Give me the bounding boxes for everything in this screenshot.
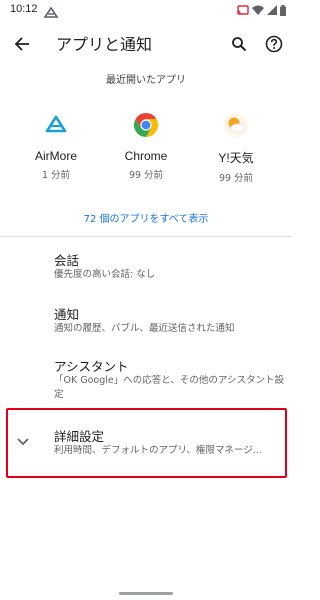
help-button[interactable] xyxy=(259,29,289,59)
status-time: 10:12 xyxy=(10,3,38,15)
settings-item-advanced[interactable]: 詳細設定 利用時間、デフォルトのアプリ、権限マネージ... xyxy=(0,418,292,470)
gesture-nav-handle[interactable] xyxy=(119,592,173,595)
item-title: 詳細設定 xyxy=(54,429,105,444)
recent-app-yahoo-weather[interactable]: Y!天気 99 分前 xyxy=(188,110,284,184)
back-button[interactable] xyxy=(7,29,37,59)
recent-app-chrome[interactable]: Chrome 99 分前 xyxy=(98,110,194,181)
notification-cloud-icon xyxy=(43,4,59,18)
item-title: 通知 xyxy=(54,307,80,322)
status-icons xyxy=(237,3,286,17)
battery-icon xyxy=(280,4,286,16)
item-subtitle: 優先度の高い会話: なし xyxy=(54,269,156,280)
app-name: Y!天気 xyxy=(218,151,254,165)
chrome-icon xyxy=(131,110,161,140)
item-title: 会話 xyxy=(54,253,80,268)
app-last-used: 1 分前 xyxy=(41,170,71,181)
recent-app-airmore[interactable]: AirMore 1 分前 xyxy=(8,110,104,181)
app-name: Chrome xyxy=(124,149,168,163)
search-icon xyxy=(232,37,247,52)
yahoo-weather-icon xyxy=(221,110,251,140)
app-bar: アプリと通知 xyxy=(0,24,292,64)
item-title: アシスタント xyxy=(54,359,129,374)
recent-apps-header: 最近開いたアプリ xyxy=(106,75,186,86)
status-bar: 10:12 xyxy=(0,0,292,24)
airmore-icon xyxy=(41,110,71,140)
help-icon xyxy=(265,35,283,53)
back-arrow-icon xyxy=(14,37,29,51)
app-name: AirMore xyxy=(34,149,77,163)
see-all-apps-link[interactable]: 72 個のアプリをすべて表示 xyxy=(0,210,292,225)
item-subtitle: 通知の履歴、バブル、最近送信された通知 xyxy=(54,323,235,334)
search-button[interactable] xyxy=(224,29,254,59)
app-last-used: 99 分前 xyxy=(218,173,254,184)
item-subtitle: 利用時間、デフォルトのアプリ、権限マネージ... xyxy=(54,445,262,456)
cast-icon xyxy=(237,5,249,15)
app-last-used: 99 分前 xyxy=(128,170,164,181)
settings-item-notifications[interactable]: 通知 通知の履歴、バブル、最近送信された通知 xyxy=(0,298,292,350)
chevron-down-icon xyxy=(14,434,32,448)
item-subtitle: 「OK Google」への応答と、その他のアシスタント設定 xyxy=(54,375,284,400)
page-title: アプリと通知 xyxy=(56,37,153,54)
divider xyxy=(0,236,292,237)
settings-item-conversations[interactable]: 会話 優先度の高い会話: なし xyxy=(0,244,292,296)
settings-item-assistant[interactable]: アシスタント 「OK Google」への応答と、その他のアシスタント設定 xyxy=(0,350,292,408)
signal-icon xyxy=(267,5,277,15)
wifi-icon xyxy=(252,5,264,15)
